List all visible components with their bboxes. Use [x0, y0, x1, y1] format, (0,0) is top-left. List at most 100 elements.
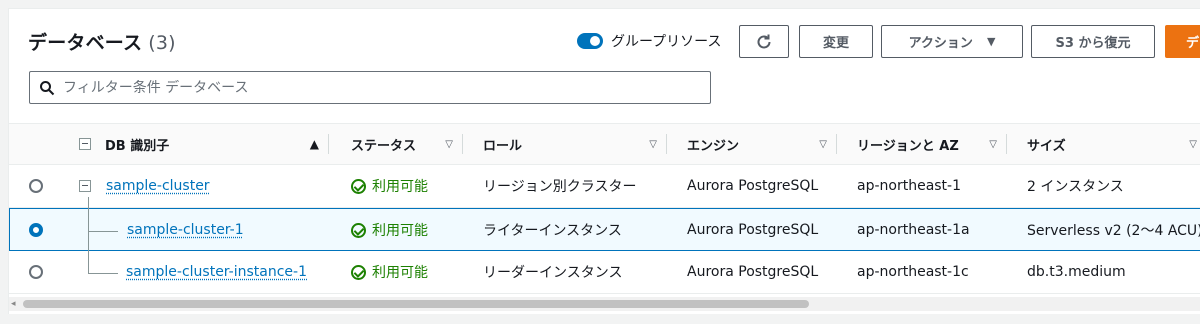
- column-divider: [328, 134, 329, 154]
- change-label: 変更: [822, 36, 849, 51]
- search-field[interactable]: [29, 71, 711, 104]
- scroll-left-arrow-icon[interactable]: ◂: [11, 299, 16, 309]
- status-cell: 利用可能: [351, 165, 428, 207]
- create-label: デ: [1186, 36, 1200, 51]
- region-cell: ap-northeast-1a: [857, 209, 970, 251]
- engine-cell: Aurora PostgreSQL: [687, 251, 818, 293]
- radio-button[interactable]: [29, 179, 43, 193]
- column-header-engine[interactable]: エンジン ▽: [687, 124, 837, 164]
- actions-label: アクション: [908, 36, 973, 51]
- table-row[interactable]: sample-cluster-instance-1 利用可能 リーダーインスタン…: [9, 251, 1200, 294]
- search-input[interactable]: [63, 79, 663, 96]
- column-header-role[interactable]: ロール ▽: [483, 124, 667, 164]
- radio-button[interactable]: [29, 265, 43, 279]
- size-cell: db.t3.medium: [1027, 251, 1126, 293]
- collapse-icon[interactable]: [79, 180, 91, 192]
- role-cell: リーダーインスタンス: [483, 251, 622, 293]
- refresh-icon: [757, 34, 771, 48]
- engine-cell: Aurora PostgreSQL: [687, 165, 818, 207]
- row-select[interactable]: [29, 209, 43, 251]
- sort-icon: ▽: [1189, 138, 1197, 150]
- region-text: ap-northeast-1: [857, 178, 962, 194]
- refresh-button[interactable]: [739, 25, 789, 58]
- actions-dropdown[interactable]: アクション ▼: [881, 25, 1023, 58]
- db-identifier-link[interactable]: sample-cluster-instance-1: [126, 264, 307, 280]
- column-divider: [666, 134, 667, 154]
- row-select[interactable]: [29, 165, 43, 207]
- column-divider: [836, 134, 837, 154]
- tree-connector: [88, 231, 118, 232]
- sort-icon: ▽: [445, 138, 453, 150]
- radio-button-selected[interactable]: [29, 223, 43, 237]
- role-text: リーダーインスタンス: [483, 265, 623, 281]
- column-label: ステータス: [351, 138, 417, 154]
- status-text: 利用可能: [372, 265, 428, 281]
- column-header-status[interactable]: ステータス ▽: [351, 124, 463, 164]
- size-cell: 2 インスタンス: [1027, 165, 1124, 207]
- column-header-id[interactable]: DB 識別子 ▲: [79, 124, 329, 164]
- status-text: 利用可能: [372, 223, 428, 239]
- restore-s3-label: S3 から復元: [1055, 36, 1131, 51]
- column-label: エンジン: [687, 138, 740, 154]
- table-row[interactable]: sample-cluster 利用可能 リージョン別クラスター Aurora P…: [9, 165, 1200, 208]
- sort-icon: ▽: [989, 138, 997, 150]
- title-text: データベース: [28, 32, 143, 54]
- status-cell: 利用可能: [351, 251, 428, 293]
- engine-text: Aurora PostgreSQL: [687, 222, 819, 238]
- column-divider: [462, 134, 463, 154]
- row-expand[interactable]: [79, 165, 91, 207]
- size-text: 2 インスタンス: [1027, 179, 1124, 195]
- column-divider: [1006, 134, 1007, 154]
- engine-text: Aurora PostgreSQL: [687, 178, 819, 194]
- column-header-region[interactable]: リージョンと AZ ▽: [857, 124, 1007, 164]
- toggle-label: グループリソース: [611, 34, 722, 50]
- restore-from-s3-button[interactable]: S3 から復元: [1031, 25, 1155, 58]
- databases-table: DB 識別子 ▲ ステータス ▽ ロール ▽ エンジン ▽ リージョンと AZ: [9, 123, 1200, 294]
- tree-connector: [88, 273, 118, 274]
- status-available-icon: [351, 222, 366, 238]
- db-identifier-cell: sample-cluster-1: [127, 209, 244, 251]
- sort-ascending-icon: ▲: [309, 137, 319, 151]
- size-cell: Serverless v2 (2〜4 ACU): [1027, 209, 1200, 251]
- engine-text: Aurora PostgreSQL: [687, 264, 819, 280]
- engine-cell: Aurora PostgreSQL: [687, 209, 818, 251]
- size-text: Serverless v2 (2〜4 ACU): [1027, 223, 1200, 239]
- group-resources-toggle[interactable]: グループリソース: [577, 31, 721, 51]
- region-text: ap-northeast-1c: [857, 264, 969, 280]
- panel-header: データベース (3) グループリソース 変更 アクション ▼ S3 から復元 デ: [9, 9, 1200, 119]
- region-cell: ap-northeast-1: [857, 165, 961, 207]
- db-identifier-cell: sample-cluster: [106, 165, 210, 207]
- column-label: サイズ: [1027, 138, 1066, 154]
- databases-panel: データベース(3) グループリソース 変更 アクション ▼ S3 から復元 デ: [8, 8, 1200, 314]
- resource-count: (3): [148, 32, 176, 54]
- role-text: ライターインスタンス: [483, 223, 622, 239]
- scrollbar-thumb[interactable]: [23, 300, 809, 308]
- column-header-size[interactable]: サイズ ▽: [1027, 124, 1200, 164]
- column-label: DB 識別子: [105, 138, 170, 154]
- status-available-icon: [351, 178, 366, 194]
- collapse-all-icon[interactable]: [79, 138, 91, 150]
- column-label: ロール: [483, 138, 523, 154]
- db-identifier-link[interactable]: sample-cluster-1: [127, 222, 244, 238]
- status-cell: 利用可能: [351, 209, 428, 251]
- status-available-icon: [351, 264, 366, 280]
- toggle-switch[interactable]: [577, 33, 603, 49]
- size-text: db.t3.medium: [1027, 264, 1126, 280]
- tree-connector: [88, 197, 89, 273]
- role-cell: ライターインスタンス: [483, 209, 622, 251]
- row-select[interactable]: [29, 251, 43, 293]
- create-database-button[interactable]: デ: [1165, 25, 1200, 58]
- db-identifier-link[interactable]: sample-cluster: [106, 178, 210, 194]
- caret-down-icon: ▼: [986, 35, 996, 48]
- role-text: リージョン別クラスター: [483, 179, 637, 195]
- table-header: DB 識別子 ▲ ステータス ▽ ロール ▽ エンジン ▽ リージョンと AZ: [9, 123, 1200, 165]
- page-title: データベース (3): [28, 28, 176, 55]
- change-button[interactable]: 変更: [799, 25, 873, 58]
- region-cell: ap-northeast-1c: [857, 251, 969, 293]
- table-row-selected[interactable]: sample-cluster-1 利用可能 ライターインスタンス Aurora …: [9, 208, 1200, 251]
- search-icon: [40, 80, 55, 95]
- role-cell: リージョン別クラスター: [483, 165, 636, 207]
- column-label: リージョンと AZ: [857, 138, 959, 154]
- db-identifier-cell: sample-cluster-instance-1: [126, 251, 307, 293]
- horizontal-scrollbar[interactable]: ◂: [9, 297, 1200, 311]
